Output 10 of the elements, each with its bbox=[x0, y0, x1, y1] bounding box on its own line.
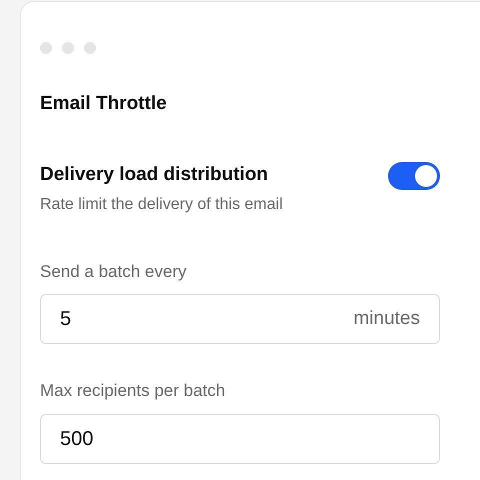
field-label: Send a batch every bbox=[40, 260, 188, 282]
input-field[interactable]: 5 minutes bbox=[40, 294, 440, 344]
window-title: Email Throttle bbox=[40, 92, 168, 116]
toggle-knob bbox=[415, 164, 437, 186]
field-label: Max recipients per batch bbox=[40, 380, 226, 402]
setting-label: Delivery load distribution bbox=[40, 162, 270, 186]
toggle-switch[interactable] bbox=[388, 162, 440, 190]
unit-suffix: minutes bbox=[353, 306, 420, 331]
setting-description: Rate limit the delivery of this email bbox=[40, 194, 283, 214]
input-field[interactable]: 500 bbox=[40, 414, 440, 464]
